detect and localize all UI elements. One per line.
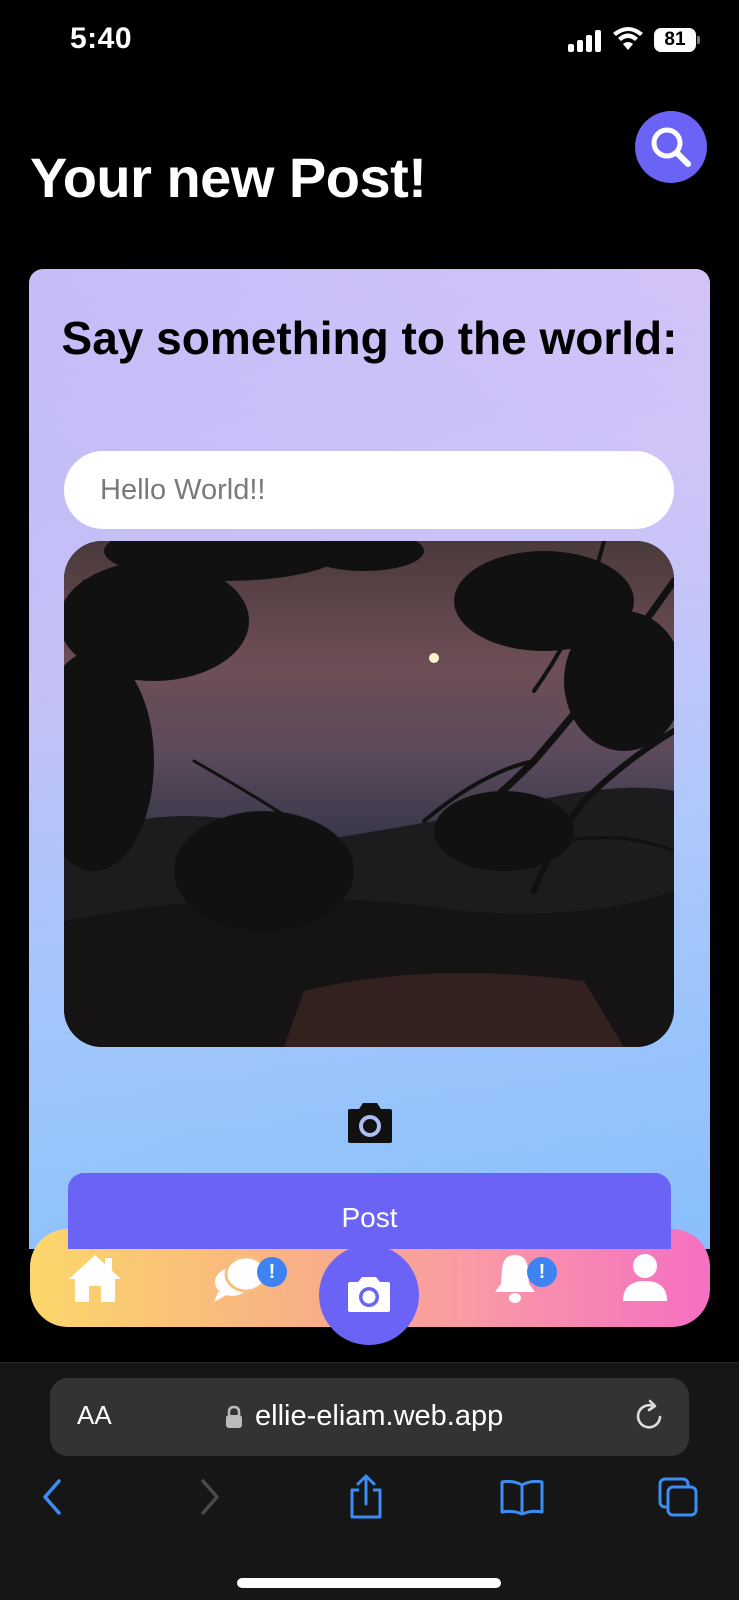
search-icon — [651, 127, 691, 167]
battery-level: 81 — [654, 28, 696, 52]
forward-button[interactable] — [186, 1473, 234, 1521]
new-post-camera-button[interactable] — [319, 1245, 419, 1345]
notifications-badge: ! — [527, 1257, 557, 1287]
page-title: Your new Post! — [30, 146, 427, 209]
post-photo-preview — [64, 541, 674, 1047]
cellular-signal-icon — [568, 30, 602, 52]
lock-icon — [226, 1405, 242, 1428]
url-text: ellie-eliam.web.app — [255, 1400, 504, 1432]
chevron-left-icon — [43, 1479, 61, 1515]
book-icon — [500, 1479, 544, 1516]
reload-icon[interactable] — [631, 1398, 667, 1434]
back-button[interactable] — [28, 1473, 76, 1521]
aa-label: AA — [77, 1400, 112, 1430]
status-time: 5:40 — [70, 22, 133, 55]
card-heading: Say something to the world: — [61, 312, 678, 364]
reader-settings-button[interactable]: AA — [77, 1400, 112, 1431]
profile-icon — [623, 1254, 667, 1301]
tabs-button[interactable] — [654, 1473, 702, 1521]
home-icon — [69, 1255, 121, 1302]
tabs-icon — [658, 1477, 698, 1517]
post-text-input[interactable] — [64, 451, 674, 529]
camera-upload-icon[interactable] — [344, 1101, 396, 1145]
chevron-right-icon — [201, 1479, 219, 1515]
browser-toolbar: AA ellie-eliam.web.app — [0, 1362, 739, 1600]
camera-icon — [348, 1277, 390, 1312]
bookmarks-button[interactable] — [498, 1473, 546, 1521]
home-indicator — [237, 1578, 501, 1588]
new-post-card: Say something to the world: Hello World!… — [29, 269, 710, 1249]
status-bar: 5:40 81 — [0, 0, 739, 80]
share-icon — [350, 1474, 382, 1519]
wifi-icon — [613, 27, 643, 50]
url-display[interactable]: ellie-eliam.web.app — [225, 1400, 503, 1433]
chat-badge: ! — [257, 1257, 287, 1287]
battery-icon: 81 — [654, 28, 700, 52]
share-button[interactable] — [342, 1473, 390, 1521]
post-button[interactable]: Post — [68, 1173, 671, 1249]
address-bar[interactable]: AA ellie-eliam.web.app — [50, 1378, 689, 1456]
search-button[interactable] — [635, 111, 707, 183]
